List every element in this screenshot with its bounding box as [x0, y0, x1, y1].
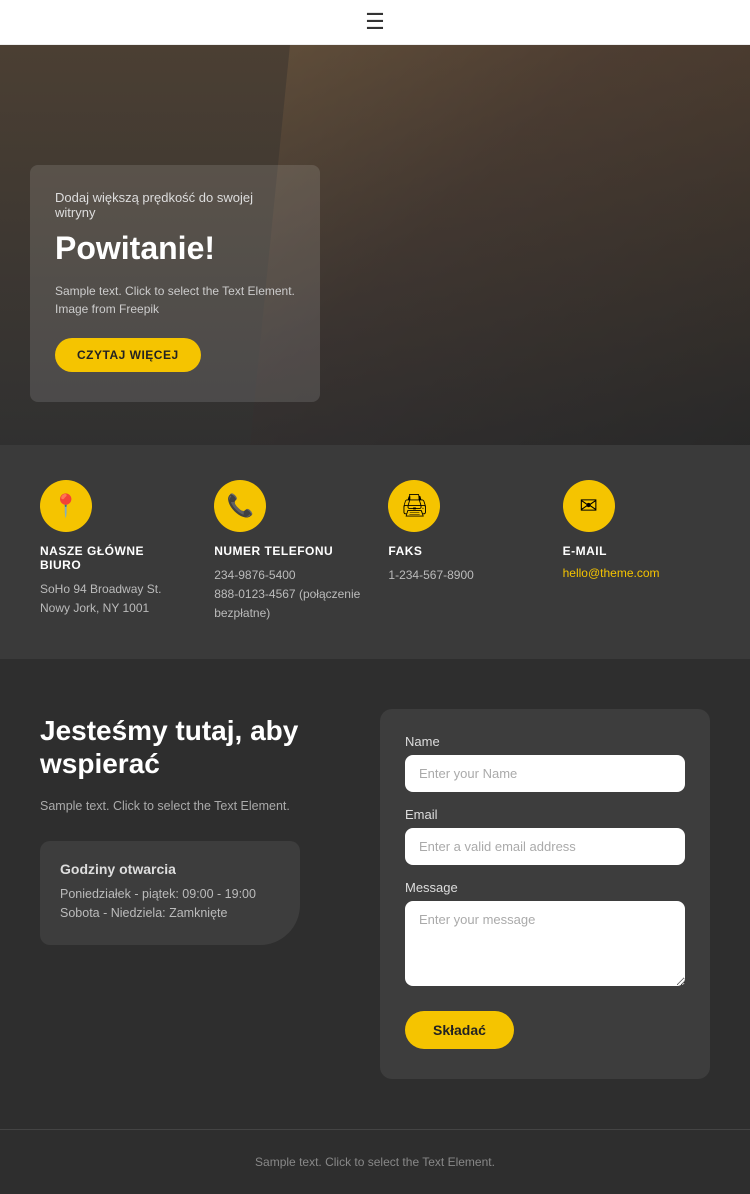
hours-weekend: Sobota - Niedziela: Zamknięte: [60, 906, 275, 920]
contact-value-office: SoHo 94 Broadway St.Nowy Jork, NY 1001: [40, 580, 161, 618]
contact-label-phone: NUMER TELEFONU: [214, 544, 333, 558]
contact-label-email: E-MAIL: [563, 544, 607, 558]
contact-item-phone: 📞 NUMER TELEFONU 234-9876-5400888-0123-4…: [214, 480, 361, 624]
hero-description: Sample text. Click to select the Text El…: [55, 282, 295, 318]
support-left-panel: Jesteśmy tutaj, aby wspierać Sample text…: [40, 709, 340, 945]
hero-content-box: Dodaj większą prędkość do swojej witryny…: [30, 165, 320, 402]
read-more-button[interactable]: CZYTAJ WIĘCEJ: [55, 338, 201, 372]
contact-label-office: NASZE GŁÓWNE BIURO: [40, 544, 187, 572]
hero-subtitle: Dodaj większą prędkość do swojej witryny: [55, 190, 295, 220]
fax-icon: 🖨: [388, 480, 440, 532]
contact-link-email[interactable]: hello@theme.com: [563, 566, 660, 580]
email-input[interactable]: [405, 828, 685, 865]
submit-button[interactable]: Składać: [405, 1011, 514, 1049]
contact-form: Name Email Message Składać: [380, 709, 710, 1079]
name-input[interactable]: [405, 755, 685, 792]
hours-box: Godziny otwarcia Poniedziałek - piątek: …: [40, 841, 300, 945]
message-field-group: Message: [405, 880, 685, 991]
message-textarea[interactable]: [405, 901, 685, 986]
contact-label-fax: FAKS: [388, 544, 422, 558]
support-description: Sample text. Click to select the Text El…: [40, 796, 340, 816]
name-field-group: Name: [405, 734, 685, 792]
contact-item-email: ✉ E-MAIL hello@theme.com: [563, 480, 710, 580]
name-label: Name: [405, 734, 685, 749]
hero-title: Powitanie!: [55, 230, 295, 267]
contact-item-fax: 🖨 FAKS 1-234-567-8900: [388, 480, 535, 585]
hero-section: Dodaj większą prędkość do swojej witryny…: [0, 45, 750, 445]
menu-icon[interactable]: ☰: [365, 9, 385, 35]
contact-value-phone: 234-9876-5400888-0123-4567 (połączenie b…: [214, 566, 361, 624]
location-icon: 📍: [40, 480, 92, 532]
support-title: Jesteśmy tutaj, aby wspierać: [40, 714, 340, 781]
hours-weekday: Poniedziałek - piątek: 09:00 - 19:00: [60, 887, 275, 901]
email-field-group: Email: [405, 807, 685, 865]
phone-icon: 📞: [214, 480, 266, 532]
contact-value-fax: 1-234-567-8900: [388, 566, 473, 585]
footer-text: Sample text. Click to select the Text El…: [40, 1155, 710, 1169]
contact-info-section: 📍 NASZE GŁÓWNE BIURO SoHo 94 Broadway St…: [0, 445, 750, 659]
header: ☰: [0, 0, 750, 45]
footer: Sample text. Click to select the Text El…: [0, 1129, 750, 1194]
email-icon: ✉: [563, 480, 615, 532]
message-label: Message: [405, 880, 685, 895]
hours-title: Godziny otwarcia: [60, 861, 275, 877]
contact-item-office: 📍 NASZE GŁÓWNE BIURO SoHo 94 Broadway St…: [40, 480, 187, 618]
email-label: Email: [405, 807, 685, 822]
support-section: Jesteśmy tutaj, aby wspierać Sample text…: [0, 659, 750, 1129]
